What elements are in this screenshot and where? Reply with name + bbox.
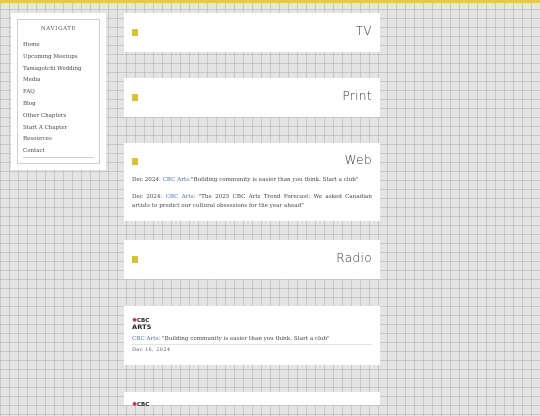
section-tv: TV: [124, 13, 380, 52]
article-card: ✺ CBC ARTS CBC Arts: "Building community…: [124, 306, 380, 365]
article-text: : "Building community is easier than you…: [158, 336, 330, 342]
nav-item-upcoming-meetups[interactable]: Upcoming Meetups: [23, 52, 99, 64]
section-title-tv: TV: [355, 24, 372, 38]
sidebar-divider: [23, 157, 94, 158]
top-accent-bar: [0, 0, 540, 3]
section-marker: [132, 256, 138, 263]
nav-item-other-chapters[interactable]: Other Chapters: [23, 111, 99, 123]
section-marker: [132, 158, 138, 165]
nav-item-faq[interactable]: FAQ: [23, 87, 99, 99]
nav-list: Home Upcoming Meetups Tamagotchi Wedding…: [18, 40, 99, 158]
entry-source-link[interactable]: CBC Arts: [163, 177, 189, 183]
cbc-arts-logo: ✺ CBC ARTS: [132, 318, 158, 332]
article-headline: CBC Arts: "Building community is easier …: [132, 336, 372, 342]
entry-date: Dec 2024:: [132, 177, 161, 183]
logo-text-bottom: ARTS: [132, 323, 152, 331]
sidebar-title: NAVIGATE: [40, 26, 77, 32]
section-radio: Radio: [124, 240, 380, 279]
sidebar-navigation: NAVIGATE Home Upcoming Meetups Tamagotch…: [11, 13, 106, 170]
cbc-arts-logo: ✺ CBC: [132, 402, 158, 416]
section-marker: [132, 29, 138, 36]
nav-item-blog[interactable]: Blog: [23, 99, 99, 111]
entry-text: :"Building community is easier than you …: [189, 177, 359, 183]
section-title-print: Print: [342, 89, 372, 103]
sidebar-frame: NAVIGATE Home Upcoming Meetups Tamagotch…: [17, 19, 100, 164]
nav-item-tamagotchi-wedding[interactable]: Tamagotchi Wedding: [23, 64, 99, 76]
logo-text-top: CBC: [137, 402, 150, 408]
nav-item-media[interactable]: Media: [23, 75, 99, 87]
section-title-web: Web: [344, 153, 372, 167]
section-web: Web Dec 2024: CBC Arts:"Building communi…: [124, 143, 380, 221]
section-title-radio: Radio: [336, 251, 372, 265]
section-marker: [132, 94, 138, 101]
entry-source-link[interactable]: CBC Arts: [166, 194, 194, 200]
nav-item-start-a-chapter[interactable]: Start A Chapter: [23, 123, 99, 135]
article-source-link[interactable]: CBC Arts: [132, 336, 158, 342]
article-divider: [132, 344, 372, 345]
web-entry: Dec 2024: CBC Arts:"Building community i…: [132, 176, 372, 185]
web-entry: Dec 2024: CBC Arts: "The 2025 CBC Arts T…: [132, 193, 372, 210]
article-date: Dec 16, 2024: [132, 347, 171, 353]
section-print: Print: [124, 78, 380, 117]
article-card: ✺ CBC: [124, 392, 380, 408]
nav-item-home[interactable]: Home: [23, 40, 99, 52]
entry-date: Dec 2024:: [132, 194, 163, 200]
nav-item-resources[interactable]: Resources: [23, 134, 99, 146]
